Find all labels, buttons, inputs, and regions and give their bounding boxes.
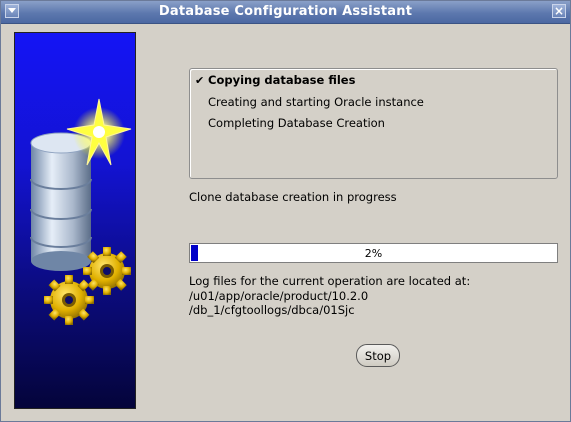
gear-icon (83, 247, 131, 295)
oracle-banner-image (14, 32, 136, 409)
steps-panel: ✔ Copying database files Creating and st… (189, 68, 558, 179)
step-creating-instance: Creating and starting Oracle instance (208, 95, 424, 109)
log-path-line-1: /u01/app/oracle/product/10.2.0 (189, 288, 369, 303)
window-title: Database Configuration Assistant (158, 4, 413, 19)
stop-button[interactable]: Stop (356, 344, 400, 367)
progress-label: 2% (364, 247, 383, 260)
close-button[interactable]: × (552, 4, 566, 18)
status-text: Clone database creation in progress (189, 190, 397, 204)
title-bar: Database Configuration Assistant × (1, 1, 570, 24)
log-path-line-2: /db_1/cfgtoollogs/dbca/01Sjc (189, 303, 355, 317)
database-cylinder-icon (30, 132, 92, 271)
log-location: Log files for the current operation are … (189, 274, 470, 318)
log-heading: Log files for the current operation are … (189, 274, 471, 288)
gear-icon (44, 275, 94, 325)
step-copying-database-files: Copying database files (208, 73, 356, 87)
progress-bar: 2% (189, 243, 558, 263)
dbca-window: Database Configuration Assistant × ✔ Cop… (0, 0, 571, 422)
check-icon: ✔ (195, 74, 205, 87)
step-completing-creation: Completing Database Creation (208, 116, 385, 130)
